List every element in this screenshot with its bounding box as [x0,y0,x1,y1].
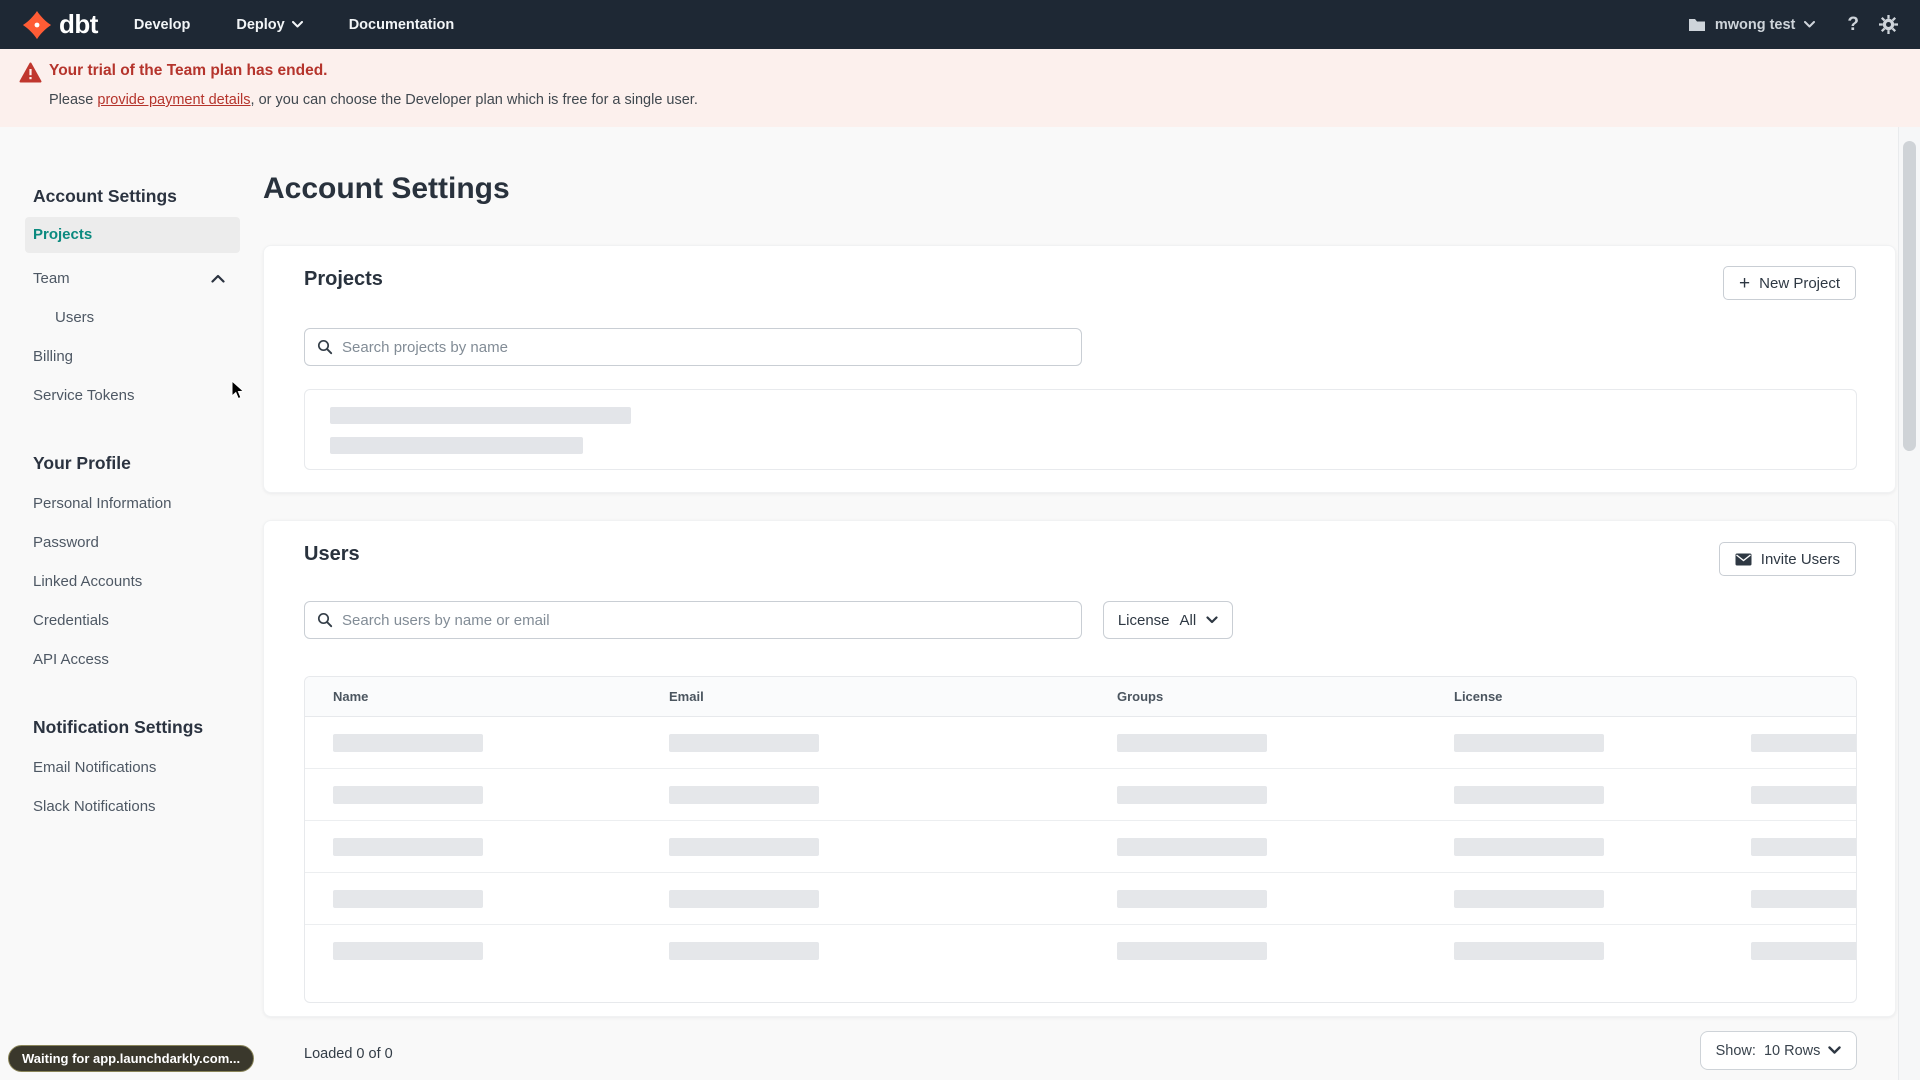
payment-details-link[interactable]: provide payment details [97,92,250,108]
banner-message: Please provide payment details, or you c… [49,92,698,108]
sidebar-item-users[interactable]: Users [25,298,240,337]
license-filter-dropdown[interactable]: License All [1103,601,1233,639]
show-value: 10 Rows [1763,1042,1821,1059]
table-row-skeleton [305,717,1856,769]
users-search-input[interactable] [342,611,1069,629]
sidebar-item-projects[interactable]: Projects [25,217,240,253]
users-table: Name Email Groups License [304,676,1857,1003]
rows-per-page-dropdown[interactable]: Show: 10 Rows [1700,1031,1857,1070]
search-icon [317,612,333,628]
users-table-header: Name Email Groups License [305,677,1856,717]
license-filter-value: All [1179,611,1197,629]
table-row-skeleton [305,769,1856,821]
invite-users-button[interactable]: Invite Users [1718,542,1856,576]
top-nav: dbt Develop Deploy Documentation mwong t… [0,0,1920,49]
sidebar-heading-account-settings: Account Settings [33,186,177,206]
projects-card-title: Projects [304,268,383,290]
table-row-skeleton [305,821,1856,873]
page-title: Account Settings [263,172,510,205]
nav-right: mwong test ? [1688,14,1898,36]
trial-ended-banner: Your trial of the Team plan has ended. P… [0,49,1920,127]
sidebar-item-team[interactable]: Team [25,259,240,298]
dbt-logo-icon [22,10,52,39]
sidebar-item-credentials[interactable]: Credentials [25,601,240,640]
users-card: Users Invite Users License All Name Emai… [263,520,1896,1017]
sidebar-heading-your-profile: Your Profile [33,453,131,473]
loaded-status: Loaded 0 of 0 [304,1046,393,1062]
settings-gear-icon[interactable] [1879,15,1898,34]
warning-icon [19,62,42,83]
sidebar-item-password[interactable]: Password [25,523,240,562]
users-card-title: Users [304,543,360,565]
show-label: Show: [1715,1042,1756,1059]
projects-search-input[interactable] [342,338,1069,356]
account-switcher[interactable]: mwong test [1688,17,1816,33]
envelope-icon [1735,553,1752,565]
skeleton-bar [330,437,583,454]
sidebar-item-slack-notifications[interactable]: Slack Notifications [25,787,240,826]
table-row-skeleton [305,873,1856,925]
chevron-down-icon [291,21,303,28]
projects-loading-skeleton [304,389,1857,470]
plus-icon: + [1739,272,1751,294]
mouse-cursor [231,380,245,400]
column-header-name: Name [333,689,369,704]
chevron-down-icon [1804,21,1816,28]
users-search [304,601,1082,639]
chevron-down-icon [1206,616,1218,624]
new-project-button[interactable]: + New Project [1723,266,1856,300]
brand-text: dbt [59,9,98,39]
column-header-groups: Groups [1117,689,1164,704]
search-icon [317,339,333,355]
nav-documentation[interactable]: Documentation [349,17,455,33]
settings-sidebar: Account Settings Projects Team Users Bil… [25,186,240,826]
nav-deploy[interactable]: Deploy [236,17,303,33]
scrollbar-thumb[interactable] [1903,141,1916,451]
nav-links: Develop Deploy Documentation [134,17,454,33]
sidebar-item-billing[interactable]: Billing [25,337,240,376]
column-header-license: License [1454,689,1503,704]
column-header-email: Email [669,689,704,704]
table-row-skeleton [305,925,1856,977]
license-filter-label: License [1117,611,1170,629]
dbt-logo[interactable]: dbt [22,9,98,40]
help-icon[interactable]: ? [1847,14,1859,36]
sidebar-item-email-notifications[interactable]: Email Notifications [25,748,240,787]
projects-search [304,328,1082,366]
browser-status-tooltip: Waiting for app.launchdarkly.com... [8,1045,255,1072]
account-name: mwong test [1714,16,1796,33]
sidebar-item-api-access[interactable]: API Access [25,640,240,679]
projects-card: Projects + New Project [263,245,1896,493]
sidebar-item-personal-information[interactable]: Personal Information [25,484,240,523]
sidebar-heading-notification-settings: Notification Settings [33,717,204,737]
app-root: dbt Develop Deploy Documentation mwong t… [0,0,1920,1080]
nav-develop[interactable]: Develop [134,17,190,33]
sidebar-item-service-tokens[interactable]: Service Tokens [25,376,240,415]
sidebar-item-linked-accounts[interactable]: Linked Accounts [25,562,240,601]
folder-icon [1688,19,1705,31]
scrollbar-track[interactable] [1898,127,1920,1080]
skeleton-bar [330,407,631,424]
chevron-up-icon [211,274,225,283]
banner-title: Your trial of the Team plan has ended. [49,62,328,79]
chevron-down-icon [1828,1046,1842,1054]
